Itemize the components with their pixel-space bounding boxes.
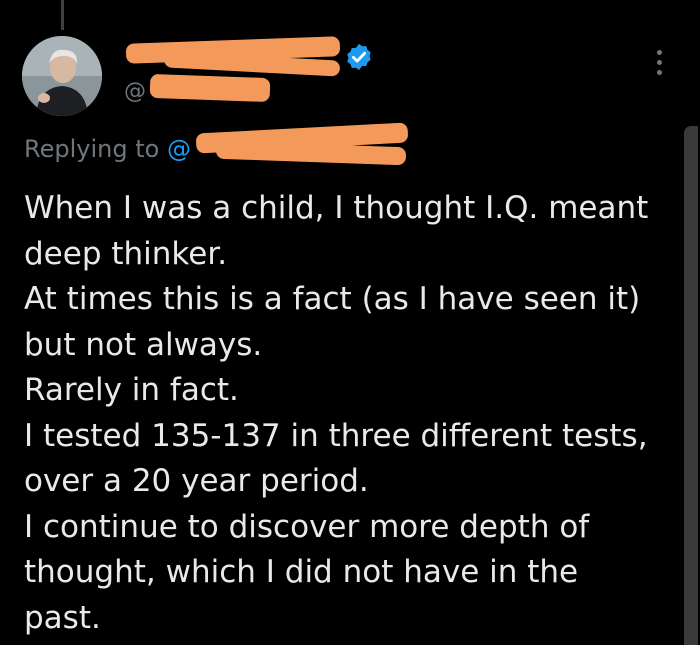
- tweet-text-line: deep thinker.: [24, 235, 228, 272]
- replying-to: Replying to @: [24, 132, 191, 166]
- profile-photo: [22, 36, 102, 116]
- tweet-text-line: past.: [24, 599, 101, 636]
- tweet-text-line: I tested 135-137 in three different test…: [24, 417, 648, 454]
- replying-to-label: Replying to: [24, 135, 160, 163]
- tweet-text-line: thought, which I did not have in the: [24, 554, 579, 590]
- avatar[interactable]: [22, 36, 102, 116]
- tweet-text-line: Rarely in fact.: [24, 372, 239, 408]
- scrollbar[interactable]: [684, 126, 698, 645]
- author-handle[interactable]: @: [124, 78, 146, 106]
- tweet-text-line: but not always.: [24, 326, 263, 363]
- tweet-text-line: At times this is a fact (as I have seen …: [24, 281, 641, 317]
- tweet-text-line: over a 20 year period.: [24, 463, 369, 499]
- verified-badge-icon: [347, 43, 371, 71]
- redaction-mark: [149, 73, 271, 103]
- author-handle-text: @: [124, 79, 146, 104]
- thread-connector-line: [61, 0, 64, 30]
- tweet-text: When I was a child, I thought I.Q. meant…: [24, 186, 684, 641]
- tweet-text-line: When I was a child, I thought I.Q. meant: [24, 190, 649, 226]
- more-options-icon[interactable]: [648, 50, 670, 84]
- replying-to-mention[interactable]: @: [167, 135, 191, 163]
- tweet-text-line: I continue to discover more depth of: [24, 508, 590, 545]
- redaction-mark: [215, 140, 407, 166]
